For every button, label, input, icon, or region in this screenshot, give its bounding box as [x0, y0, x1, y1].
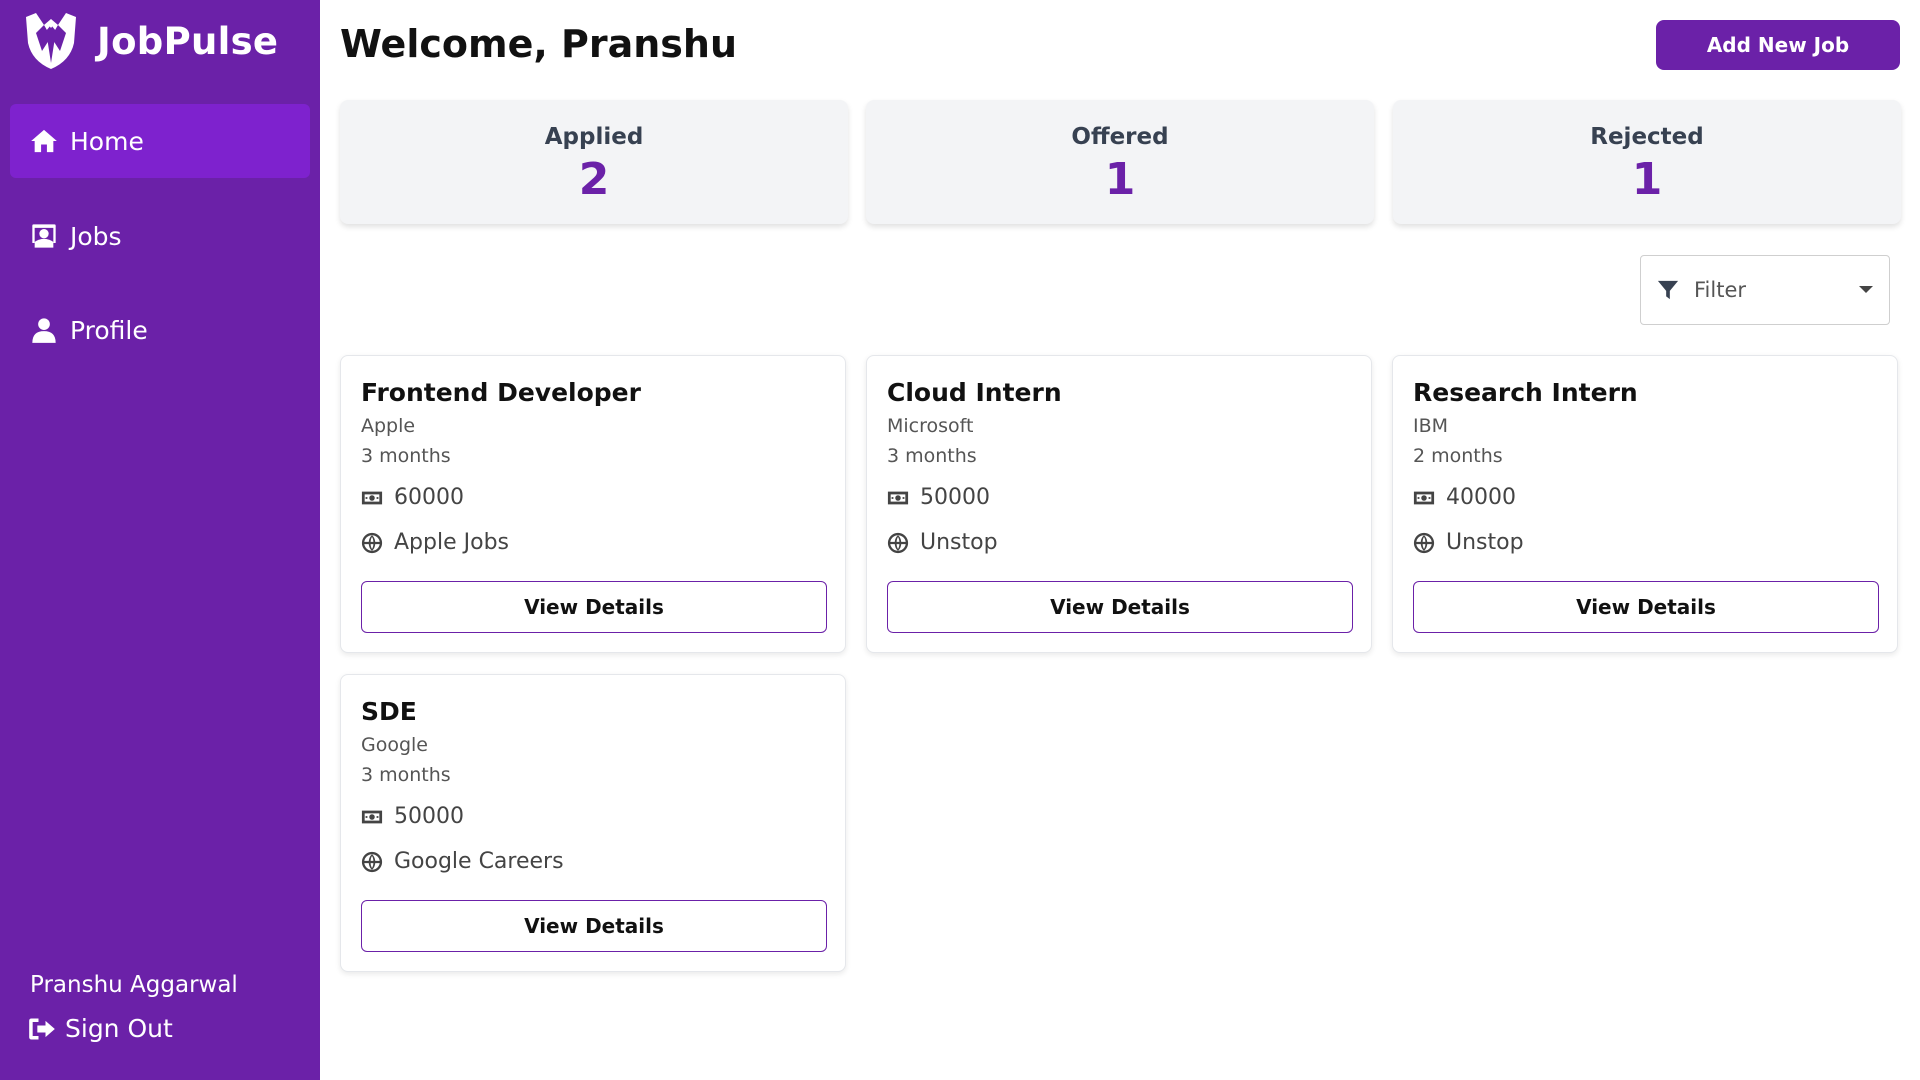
job-source-value: Apple Jobs [394, 530, 509, 555]
job-company: Apple [361, 415, 416, 437]
user-icon [32, 318, 56, 343]
sidebar-item-home[interactable]: Home [10, 104, 310, 178]
job-card: Cloud Intern Microsoft 3 months 50000 Un… [866, 355, 1372, 653]
globe-icon [361, 851, 383, 872]
stat-label: Applied [544, 124, 644, 150]
job-source-value: Unstop [920, 530, 998, 555]
filter-icon [1657, 280, 1679, 300]
stat-label: Rejected [1590, 124, 1704, 150]
sidebar: JobPulse Home Jobs Profile Pranshu Aggar… [0, 0, 320, 1080]
stat-value: 1 [1631, 154, 1663, 205]
stat-label: Offered [1071, 124, 1169, 150]
home-icon [31, 129, 57, 153]
money-icon [361, 810, 383, 823]
sidebar-item-label: Profile [70, 315, 148, 345]
jobs-icon [32, 224, 56, 248]
sidebar-item-profile[interactable]: Profile [10, 293, 310, 367]
brand-name: JobPulse [97, 19, 279, 63]
filter-label: Filter [1694, 278, 1747, 302]
job-source: Google Careers [361, 849, 564, 874]
stat-card-rejected: Rejected 1 [1393, 100, 1901, 224]
job-salary: 50000 [887, 485, 990, 510]
job-company: Google [361, 734, 429, 756]
sign-out-button[interactable]: Sign Out [28, 1014, 173, 1043]
money-icon [1413, 491, 1435, 504]
sidebar-item-label: Jobs [70, 221, 122, 251]
job-salary-value: 50000 [920, 485, 990, 510]
money-icon [361, 491, 383, 504]
user-name: Pranshu Aggarwal [30, 972, 238, 998]
sign-out-label: Sign Out [65, 1014, 173, 1043]
job-salary: 50000 [361, 804, 464, 829]
stat-value: 1 [1104, 154, 1136, 205]
job-card: Research Intern IBM 2 months 40000 Unsto… [1392, 355, 1898, 653]
view-details-button[interactable]: View Details [361, 581, 827, 633]
view-details-button[interactable]: View Details [1413, 581, 1879, 633]
job-salary-value: 50000 [394, 804, 464, 829]
job-salary: 60000 [361, 485, 464, 510]
job-duration: 3 months [361, 445, 451, 467]
job-title: Research Intern [1413, 378, 1638, 407]
job-card: Frontend Developer Apple 3 months 60000 … [340, 355, 846, 653]
filter-select[interactable]: Filter [1640, 255, 1890, 325]
sidebar-item-label: Home [70, 126, 144, 156]
view-details-button[interactable]: View Details [887, 581, 1353, 633]
job-company: Microsoft [887, 415, 974, 437]
view-details-button[interactable]: View Details [361, 900, 827, 952]
chevron-down-icon [1859, 286, 1873, 293]
job-duration: 3 months [361, 764, 451, 786]
job-salary-value: 40000 [1446, 485, 1516, 510]
job-title: Cloud Intern [887, 378, 1062, 407]
job-duration: 3 months [887, 445, 977, 467]
globe-icon [361, 532, 383, 553]
stat-card-offered: Offered 1 [866, 100, 1374, 224]
money-icon [887, 491, 909, 504]
tuxedo-logo-icon [26, 13, 76, 69]
globe-icon [887, 532, 909, 553]
job-source: Apple Jobs [361, 530, 509, 555]
job-salary-value: 60000 [394, 485, 464, 510]
job-source-value: Unstop [1446, 530, 1524, 555]
job-source: Unstop [1413, 530, 1524, 555]
brand[interactable]: JobPulse [22, 10, 278, 72]
job-duration: 2 months [1413, 445, 1503, 467]
add-new-job-button[interactable]: Add New Job [1656, 20, 1900, 70]
job-title: Frontend Developer [361, 378, 641, 407]
job-source-value: Google Careers [394, 849, 564, 874]
globe-icon [1413, 532, 1435, 553]
sign-out-icon [29, 1018, 55, 1039]
stat-value: 2 [578, 154, 610, 205]
job-source: Unstop [887, 530, 998, 555]
sidebar-item-jobs[interactable]: Jobs [10, 199, 310, 273]
job-card: SDE Google 3 months 50000 Google Careers… [340, 674, 846, 972]
job-company: IBM [1413, 415, 1449, 437]
job-title: SDE [361, 697, 417, 726]
page-title: Welcome, Pranshu [340, 22, 738, 66]
job-salary: 40000 [1413, 485, 1516, 510]
stat-card-applied: Applied 2 [340, 100, 848, 224]
